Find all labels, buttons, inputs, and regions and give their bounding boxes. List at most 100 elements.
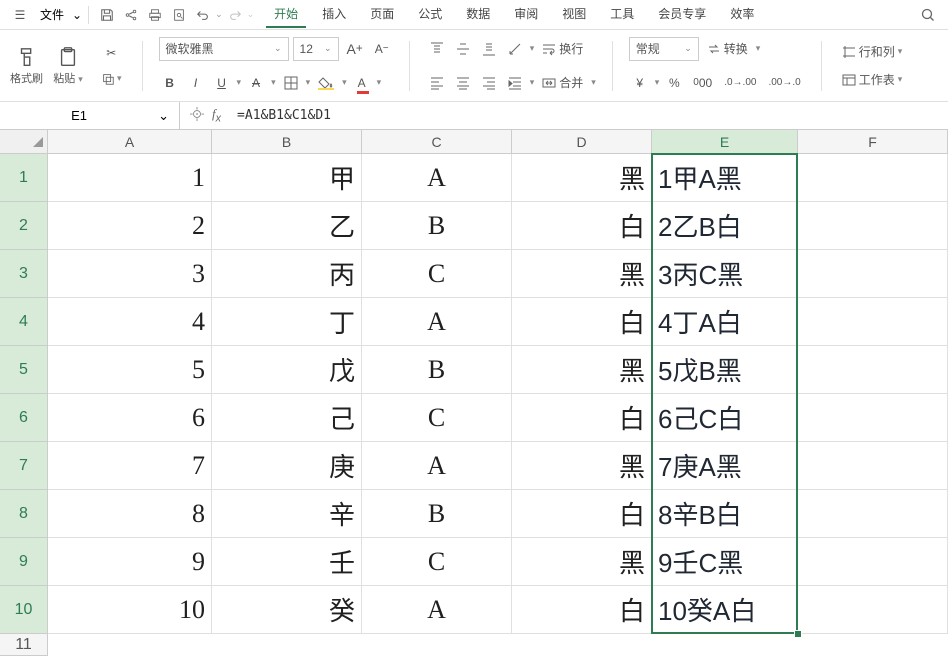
fill-color-icon[interactable]	[314, 72, 338, 94]
cell-B2[interactable]: 乙	[212, 202, 362, 250]
cell-E8[interactable]: 8辛B白	[652, 490, 798, 538]
cell-B5[interactable]: 戊	[212, 346, 362, 394]
cut-icon[interactable]: ✂	[97, 42, 126, 64]
cell-D7[interactable]: 黑	[512, 442, 652, 490]
cell-B8[interactable]: 辛	[212, 490, 362, 538]
row-header-1[interactable]: 1	[0, 154, 48, 202]
orientation-icon[interactable]	[504, 38, 526, 60]
tab-页面[interactable]: 页面	[362, 1, 402, 28]
cell-C6[interactable]: C	[362, 394, 512, 442]
chevron-down-icon[interactable]: ⌄	[158, 108, 169, 124]
cell-D6[interactable]: 白	[512, 394, 652, 442]
cell-A6[interactable]: 6	[48, 394, 212, 442]
align-right-icon[interactable]	[478, 72, 500, 94]
font-color-icon[interactable]: A	[351, 72, 373, 94]
cell-E7[interactable]: 7庚A黑	[652, 442, 798, 490]
cell-F6[interactable]	[798, 394, 948, 442]
cell-E4[interactable]: 4丁A白	[652, 298, 798, 346]
cell-E6[interactable]: 6己C白	[652, 394, 798, 442]
decrease-font-icon[interactable]: A−	[371, 38, 393, 60]
print-preview-icon[interactable]	[167, 3, 191, 27]
cell-B6[interactable]: 己	[212, 394, 362, 442]
wrap-text-button[interactable]: 换行	[538, 38, 587, 60]
cell-F1[interactable]	[798, 154, 948, 202]
col-header-B[interactable]: B	[212, 130, 362, 154]
tab-视图[interactable]: 视图	[554, 1, 594, 28]
cell-E9[interactable]: 9壬C黑	[652, 538, 798, 586]
cell-C5[interactable]: B	[362, 346, 512, 394]
font-size-select[interactable]: 12⌄	[293, 37, 339, 61]
tab-会员专享[interactable]: 会员专享	[650, 1, 714, 28]
cell-C4[interactable]: A	[362, 298, 512, 346]
format-painter-icon[interactable]	[12, 46, 42, 68]
cell-C10[interactable]: A	[362, 586, 512, 634]
row-header-4[interactable]: 4	[0, 298, 48, 346]
tab-公式[interactable]: 公式	[410, 1, 450, 28]
undo-icon[interactable]	[191, 3, 215, 27]
bold-icon[interactable]: B	[159, 72, 181, 94]
cell-F2[interactable]	[798, 202, 948, 250]
cell-D4[interactable]: 白	[512, 298, 652, 346]
cell-A8[interactable]: 8	[48, 490, 212, 538]
underline-icon[interactable]: U	[211, 72, 233, 94]
tab-开始[interactable]: 开始	[266, 1, 306, 28]
trace-icon[interactable]	[190, 107, 204, 124]
col-header-E[interactable]: E	[652, 130, 798, 154]
menu-icon[interactable]: ☰	[8, 3, 32, 27]
file-menu[interactable]: 文件	[34, 4, 70, 25]
tab-插入[interactable]: 插入	[314, 1, 354, 28]
align-center-icon[interactable]	[452, 72, 474, 94]
cell-F3[interactable]	[798, 250, 948, 298]
cell-D5[interactable]: 黑	[512, 346, 652, 394]
row-header-3[interactable]: 3	[0, 250, 48, 298]
strikethrough-icon[interactable]: A	[245, 72, 267, 94]
cell-B7[interactable]: 庚	[212, 442, 362, 490]
comma-icon[interactable]: 000	[689, 72, 716, 94]
cell-D10[interactable]: 白	[512, 586, 652, 634]
name-box[interactable]: E1 ⌄	[0, 102, 180, 129]
cell-D2[interactable]: 白	[512, 202, 652, 250]
cell-D9[interactable]: 黑	[512, 538, 652, 586]
cell-E1[interactable]: 1甲A黑	[652, 154, 798, 202]
cell-F8[interactable]	[798, 490, 948, 538]
increase-font-icon[interactable]: A+	[343, 38, 367, 60]
row-header-5[interactable]: 5	[0, 346, 48, 394]
cell-F10[interactable]	[798, 586, 948, 634]
cell-E5[interactable]: 5戊B黑	[652, 346, 798, 394]
cell-C2[interactable]: B	[362, 202, 512, 250]
col-header-D[interactable]: D	[512, 130, 652, 154]
decrease-decimal-icon[interactable]: .00→.0	[764, 72, 804, 94]
formula-input[interactable]: =A1&B1&C1&D1	[231, 108, 948, 123]
cell-B1[interactable]: 甲	[212, 154, 362, 202]
percent-icon[interactable]: %	[663, 72, 685, 94]
increase-decimal-icon[interactable]: .0→.00	[720, 72, 760, 94]
worksheet-button[interactable]: 工作表▾	[838, 69, 907, 91]
align-left-icon[interactable]	[426, 72, 448, 94]
cell-E2[interactable]: 2乙B白	[652, 202, 798, 250]
cell-A4[interactable]: 4	[48, 298, 212, 346]
rows-cols-button[interactable]: 行和列▾	[838, 41, 907, 63]
cell-F7[interactable]	[798, 442, 948, 490]
cell-F4[interactable]	[798, 298, 948, 346]
cell-B9[interactable]: 壬	[212, 538, 362, 586]
print-icon[interactable]	[143, 3, 167, 27]
cell-E10[interactable]: 10癸A白	[652, 586, 798, 634]
cell-C3[interactable]: C	[362, 250, 512, 298]
borders-icon[interactable]	[280, 72, 302, 94]
chevron-down-icon[interactable]: ⌄	[247, 9, 255, 20]
select-all-corner[interactable]	[0, 130, 48, 154]
cell-F5[interactable]	[798, 346, 948, 394]
cell-D8[interactable]: 白	[512, 490, 652, 538]
cell-A9[interactable]: 9	[48, 538, 212, 586]
indent-icon[interactable]	[504, 72, 526, 94]
cell-B4[interactable]: 丁	[212, 298, 362, 346]
tab-数据[interactable]: 数据	[458, 1, 498, 28]
cell-B10[interactable]: 癸	[212, 586, 362, 634]
cell-E3[interactable]: 3丙C黑	[652, 250, 798, 298]
tab-审阅[interactable]: 审阅	[506, 1, 546, 28]
chevron-down-icon[interactable]: ⌄	[72, 8, 82, 22]
cell-C8[interactable]: B	[362, 490, 512, 538]
cell-A10[interactable]: 10	[48, 586, 212, 634]
row-header-9[interactable]: 9	[0, 538, 48, 586]
row-header-7[interactable]: 7	[0, 442, 48, 490]
